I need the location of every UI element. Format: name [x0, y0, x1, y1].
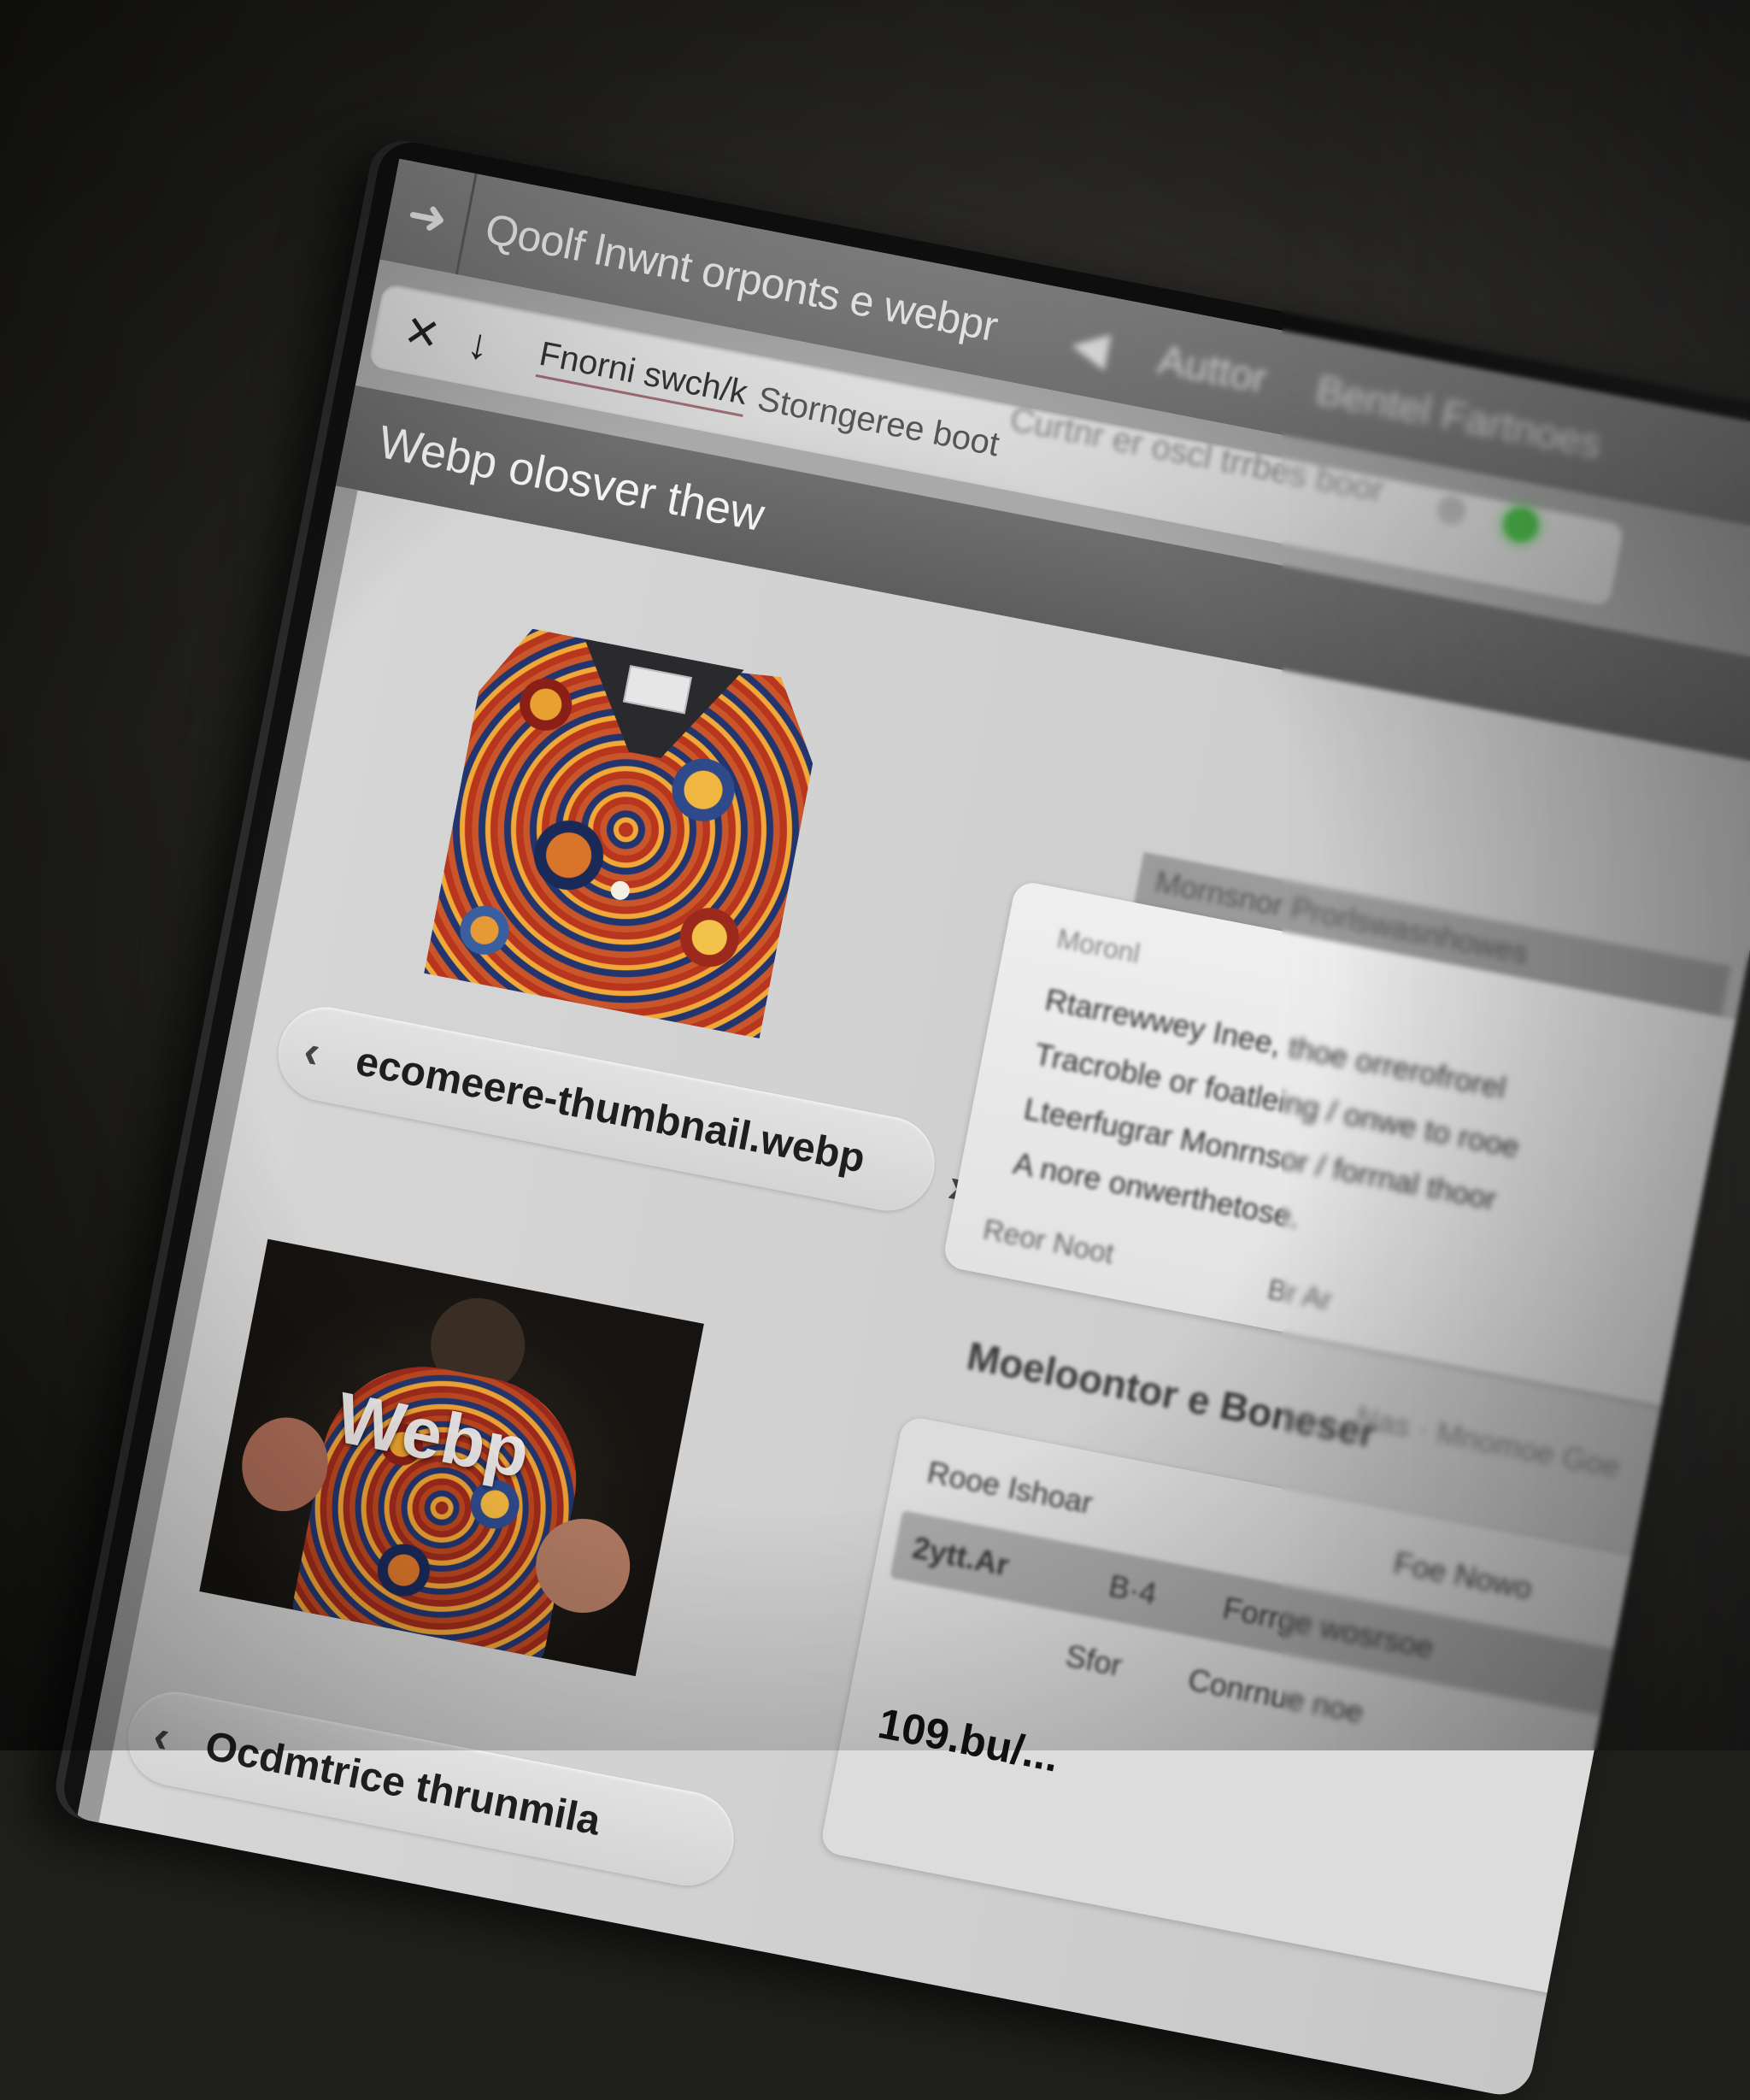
- chevron-left-icon[interactable]: ‹: [299, 1024, 325, 1079]
- details-label: Moronl: [1054, 922, 1143, 969]
- metadata-col-right: Foe Nowo: [1390, 1544, 1536, 1607]
- arrow-right-icon[interactable]: ➜: [379, 158, 478, 275]
- play-icon[interactable]: ◀: [1067, 315, 1114, 377]
- content-area: ‹ ecomeere-thumbnail.webp › Webp ‹ Ocdmt…: [76, 485, 1750, 2100]
- metadata-col-left: Rooe Ishoar: [924, 1454, 1096, 1521]
- product-thumbnail-photo[interactable]: Webp: [199, 1238, 704, 1677]
- nav-item-author[interactable]: Auttor: [1154, 336, 1271, 403]
- metadata-extra: Nas · Mnomoe Goe: [1353, 1398, 1624, 1485]
- screen: ➜ Qoolf lnwnt orponts e webpr ◀ Auttor B…: [76, 158, 1750, 2100]
- download-icon[interactable]: ↓: [463, 318, 494, 371]
- table-cell-b: B·4: [1106, 1568, 1160, 1612]
- search-input-suffix: Storngeree boot: [755, 379, 1003, 463]
- details-foot-left: Reor Noot: [980, 1213, 1117, 1271]
- table-cell-c: Conrnue noe: [1185, 1662, 1367, 1731]
- search-input[interactable]: Fnorni swch/k: [535, 334, 751, 417]
- product-thumbnail-shirt[interactable]: [424, 621, 828, 1038]
- close-icon[interactable]: ✕: [400, 305, 444, 361]
- metadata-card: Rooe Ishoar Foe Nowo 2ytt.Ar B·4 Forrge …: [819, 1415, 1659, 1998]
- details-foot-right: Br Ar: [1265, 1273, 1335, 1318]
- filename-pill[interactable]: ‹ ecomeere-thumbnail.webp: [270, 999, 943, 1219]
- table-cell-b: Sfor: [1062, 1638, 1125, 1684]
- table-cell-c: Forrge wosrsoe: [1219, 1590, 1437, 1666]
- table-cell-a: 2ytt.Ar: [909, 1529, 1013, 1583]
- filename-label-2: Ocdmtrice thrunmila: [202, 1722, 604, 1844]
- filename-label: ecomeere-thumbnail.webp: [352, 1038, 869, 1182]
- filename-pill-2[interactable]: ‹ Ocdmtrice thrunmila: [120, 1684, 743, 1894]
- chevron-left-icon-2[interactable]: ‹: [149, 1709, 174, 1763]
- file-size-value: 109.bu/...: [874, 1699, 1063, 1781]
